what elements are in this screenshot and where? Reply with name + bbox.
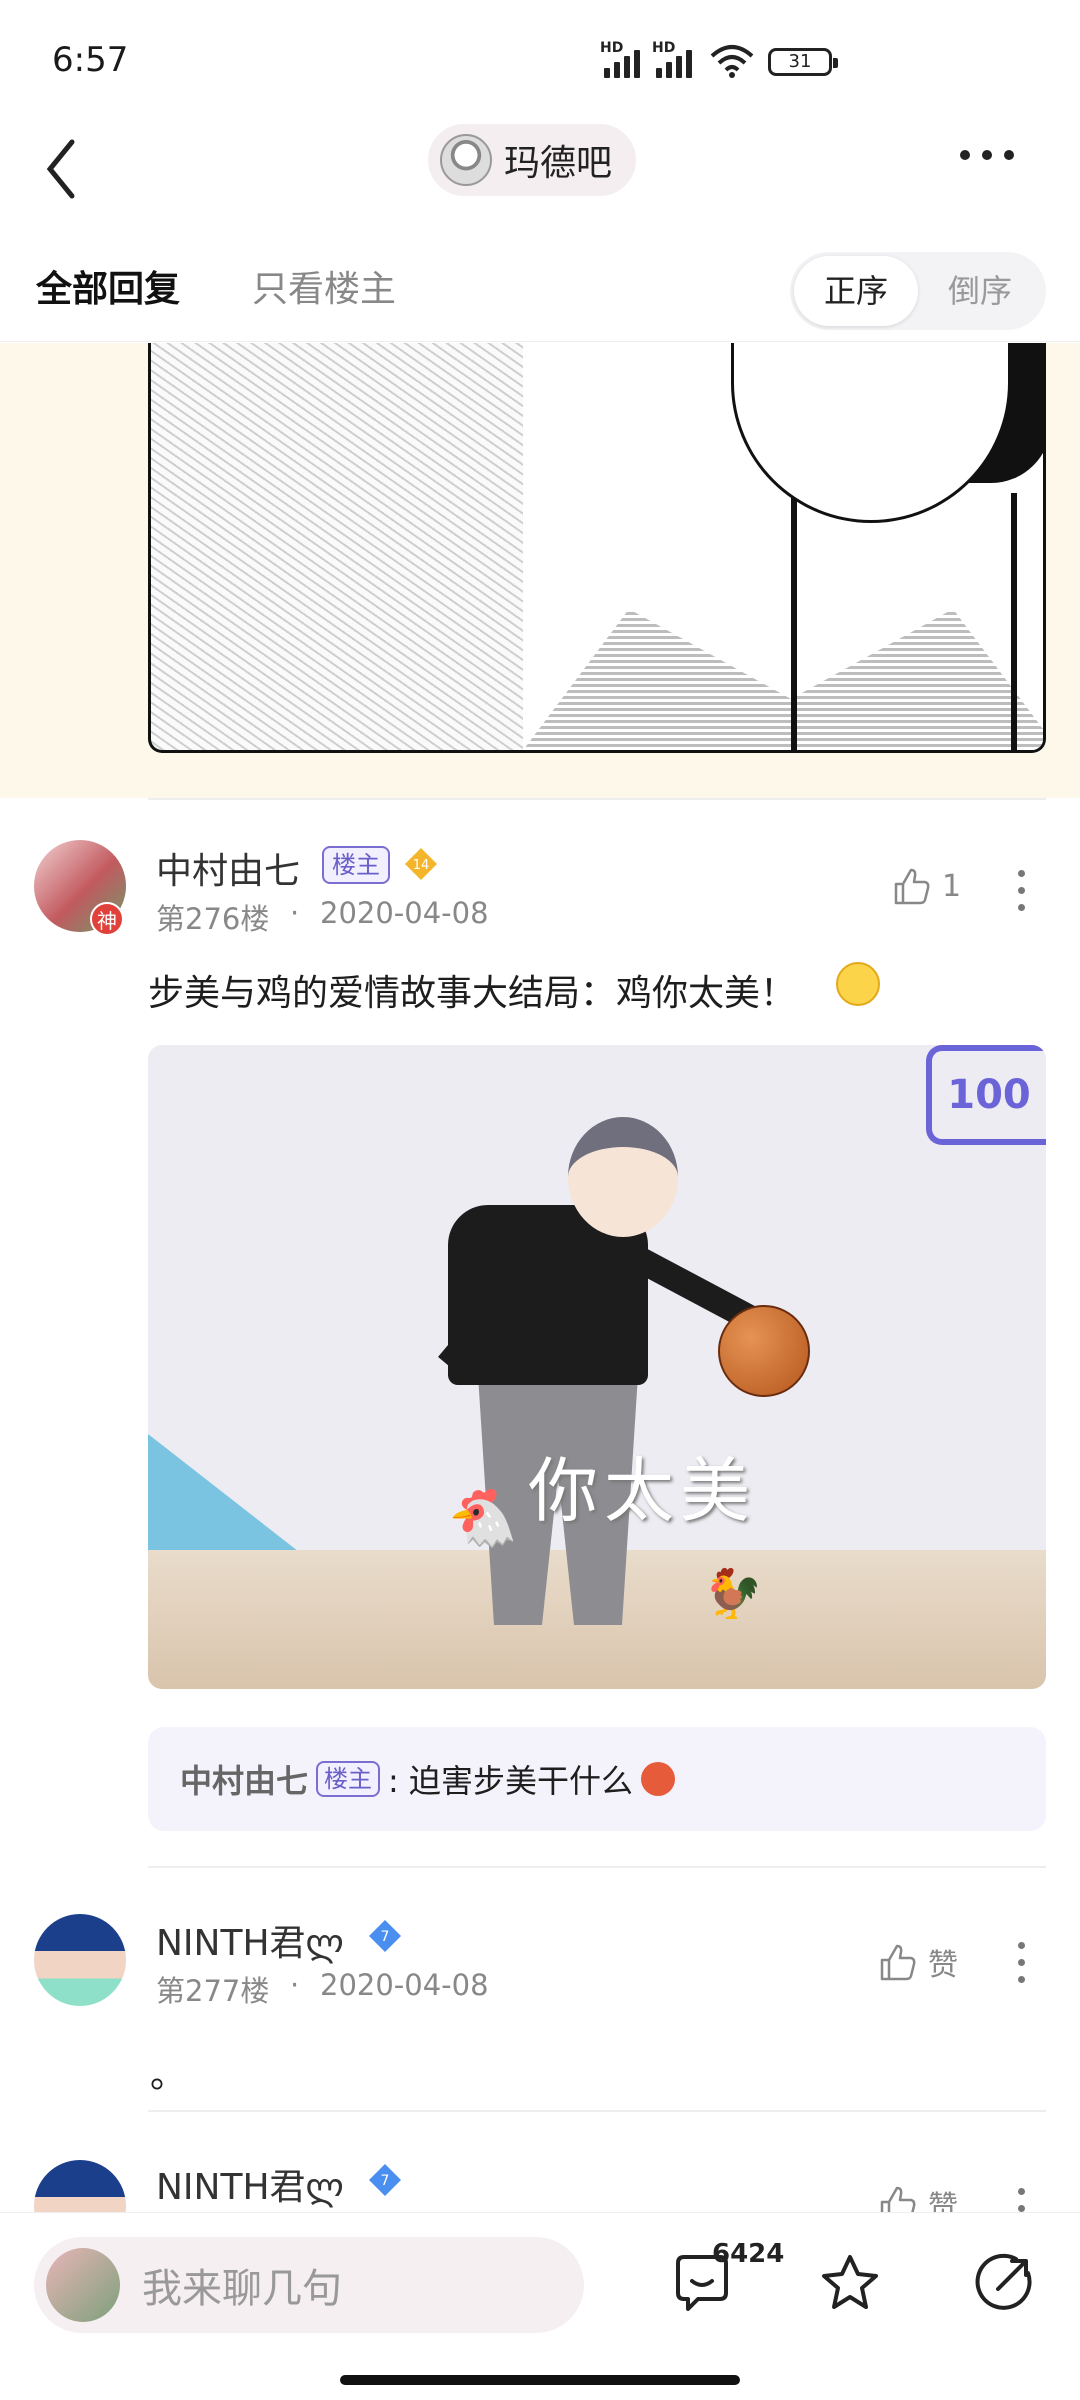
reply-input[interactable]: 我来聊几句 [34, 2237, 584, 2333]
tab-owner-only[interactable]: 只看楼主 [252, 260, 396, 312]
reply-owner-tag: 楼主 [316, 1761, 381, 1797]
forum-name: 玛德吧 [504, 143, 613, 184]
user-avatar[interactable] [34, 2160, 126, 2212]
username[interactable]: 中村由七 [156, 842, 300, 894]
level-badge-icon: 7 [369, 2164, 401, 2196]
like-button[interactable]: 赞 [878, 1940, 958, 1984]
like-count: 1 [942, 868, 962, 904]
tab-all-replies[interactable]: 全部回复 [36, 260, 180, 312]
post-date: 2020-04-08 [320, 896, 489, 930]
thumbs-up-icon [880, 1944, 916, 1981]
status-bar: 6:57 HD HD 31 [0, 0, 1080, 120]
basketball [718, 1305, 810, 1397]
post-floor-277: NINTH君ლ 7 第277楼 · 2020-04-08 赞 。 [0, 1866, 1080, 2116]
sort-order-toggle: 正序 倒序 [790, 252, 1046, 330]
image-badge: 100 [926, 1045, 1046, 1145]
dot-separator: · [290, 1968, 300, 2002]
home-indicator[interactable] [340, 2375, 740, 2385]
post-image[interactable]: 100 你太美 🐔 🐓 [148, 1045, 1046, 1689]
chicken-icon: 🐓 [703, 1566, 763, 1622]
level-badge-icon: 7 [369, 1920, 401, 1952]
like-button[interactable]: 1 [892, 866, 961, 906]
level-badge-icon: 14 [405, 848, 437, 880]
floor-number: 第276楼 [156, 902, 270, 936]
post-menu-icon[interactable] [1018, 870, 1028, 911]
owner-tag: 楼主 [322, 846, 390, 884]
floor-number: 第277楼 [156, 1974, 270, 2008]
svg-text:7: 7 [381, 1929, 390, 1945]
like-label: 赞 [928, 1948, 958, 1983]
thumbs-up-icon [894, 868, 930, 905]
wifi-icon [710, 45, 754, 78]
my-avatar [46, 2248, 120, 2322]
signal-icon [656, 44, 692, 78]
svg-text:14: 14 [413, 858, 430, 873]
forum-avatar [440, 134, 492, 186]
god-badge: 神 [90, 902, 124, 936]
username[interactable]: NINTH君ლ [156, 1914, 344, 1966]
post-menu-icon[interactable] [1018, 1942, 1028, 1983]
forum-title-button[interactable]: 玛德吧 [428, 124, 637, 196]
manga-image[interactable] [148, 343, 1046, 753]
post-floor-278: NINTH君ლ 7 赞 [0, 2112, 1080, 2212]
share-icon[interactable] [972, 2251, 1036, 2315]
more-options-icon[interactable] [960, 150, 1014, 160]
dot-separator: · [290, 896, 300, 930]
image-caption: 你太美 [528, 1450, 756, 1532]
back-arrow-icon[interactable] [42, 134, 92, 204]
reply-filter-tabs: 全部回复 只看楼主 正序 倒序 [0, 230, 1080, 342]
thumbs-up-icon [880, 2186, 916, 2212]
reply-text: : 迫害步美干什么 [388, 1762, 633, 1800]
top-nav: 玛德吧 [0, 120, 1080, 230]
sort-ascending-button[interactable]: 正序 [794, 256, 918, 326]
reply-input-placeholder: 我来聊几句 [142, 2266, 342, 2312]
username[interactable]: NINTH君ლ [156, 2158, 344, 2210]
post-text: 步美与鸡的爱情故事大结局：鸡你太美！ [148, 962, 880, 1016]
comment-count: 6424 [712, 2239, 785, 2269]
clock: 6:57 [52, 40, 129, 80]
previous-post-area [0, 343, 1080, 798]
like-label: 赞 [928, 2190, 958, 2212]
sort-descending-button[interactable]: 倒序 [918, 256, 1042, 326]
like-button[interactable]: 赞 [878, 2182, 958, 2212]
signal-icon [604, 44, 640, 78]
angry-emoji-icon [640, 1762, 675, 1796]
bottom-action-bar: 我来聊几句 6424 [0, 2212, 1080, 2400]
chicken-icon: 🐔 [448, 1486, 518, 1551]
svg-text:7: 7 [381, 2173, 390, 2189]
post-text: 。 [150, 2055, 187, 2096]
sub-reply[interactable]: 中村由七 楼主 : 迫害步美干什么 [148, 1727, 1046, 1831]
user-avatar[interactable] [34, 1914, 126, 2006]
post-menu-icon[interactable] [1018, 2188, 1028, 2212]
smile-emoji-icon [836, 962, 880, 1006]
reply-username[interactable]: 中村由七 [180, 1756, 308, 1802]
post-date: 2020-04-08 [320, 1968, 489, 2002]
star-favorite-icon[interactable] [818, 2251, 882, 2315]
battery-icon: 31 [768, 48, 838, 76]
